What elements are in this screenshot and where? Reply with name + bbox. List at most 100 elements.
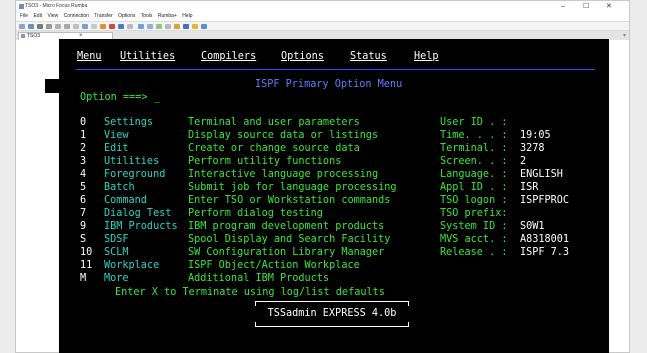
- action-status[interactable]: Status: [350, 51, 387, 62]
- option-key: 4: [80, 169, 87, 180]
- option-command[interactable]: Command: [104, 194, 147, 207]
- color-icon[interactable]: [183, 24, 189, 29]
- option-sdsf[interactable]: SDSF: [104, 233, 129, 246]
- menu-file[interactable]: File: [20, 13, 28, 19]
- app-menu-bar: File Edit View Connection Transfer Optio…: [16, 12, 629, 21]
- action-compilers[interactable]: Compilers: [201, 51, 256, 62]
- option-desc: Create or change source data: [188, 143, 360, 154]
- exit-hint: Enter X to Terminate using log/list defa…: [115, 287, 385, 298]
- info-value: ENGLISH: [520, 169, 563, 180]
- paste-icon[interactable]: [73, 24, 79, 29]
- receive-icon[interactable]: [156, 24, 162, 29]
- info-label: Time. . . :: [440, 130, 508, 141]
- title-bar: TSO3 - Micro Focus Rumba – ☐ ✕: [16, 1, 629, 12]
- close-button[interactable]: ✕: [606, 1, 612, 12]
- copy-icon[interactable]: [64, 24, 70, 29]
- info-value: ISR: [520, 182, 539, 193]
- option-dialog-test[interactable]: Dialog Test: [104, 207, 171, 220]
- cut-icon[interactable]: [55, 24, 61, 29]
- help-icon[interactable]: [201, 24, 207, 29]
- popup-border-right: [408, 301, 409, 306]
- option-desc: Enter TSO or Workstation commands: [188, 195, 391, 206]
- menu-view[interactable]: View: [47, 13, 58, 19]
- info-label: TSO prefix:: [440, 208, 508, 219]
- macro-icon[interactable]: [100, 24, 106, 29]
- option-key: 0: [80, 117, 87, 128]
- popup-text: TSSadmin EXPRESS 4.0b: [267, 308, 397, 319]
- action-menu[interactable]: Menu: [77, 51, 102, 62]
- menu-edit[interactable]: Edit: [33, 13, 42, 19]
- tab-scroll-icon[interactable]: ▾: [623, 32, 626, 39]
- option-desc: ISPF Object/Action Workplace: [188, 260, 360, 271]
- stop-icon[interactable]: [127, 24, 133, 29]
- option-workplace[interactable]: Workplace: [104, 259, 159, 272]
- action-options[interactable]: Options: [281, 51, 324, 62]
- option-desc: Interactive language processing: [188, 169, 379, 180]
- window-title: TSO3 - Micro Focus Rumba: [25, 3, 88, 9]
- info-label: Screen. . :: [440, 156, 508, 167]
- option-command-field[interactable]: Option ===> _: [80, 91, 160, 104]
- print-icon[interactable]: [46, 24, 52, 29]
- info-label: Language. :: [440, 169, 508, 180]
- session-icon: [21, 34, 25, 38]
- popup-border-left: [255, 322, 256, 327]
- option-key: 7: [80, 208, 87, 219]
- menu-help[interactable]: Help: [182, 13, 192, 19]
- new-session-icon[interactable]: [19, 24, 25, 29]
- maximize-button[interactable]: ☐: [583, 1, 589, 12]
- option-desc: Perform dialog testing: [188, 208, 323, 219]
- option-key: M: [80, 273, 87, 284]
- option-desc: SW Configuration Library Manager: [188, 247, 385, 258]
- record-icon[interactable]: [109, 24, 115, 29]
- option-settings[interactable]: Settings: [104, 116, 153, 129]
- send-icon[interactable]: [147, 24, 153, 29]
- action-help[interactable]: Help: [414, 51, 439, 62]
- info-value: A8318001: [520, 234, 570, 245]
- keyboard-icon[interactable]: [165, 24, 171, 29]
- menu-options[interactable]: Options: [118, 13, 135, 19]
- info-value: S0W1: [520, 221, 545, 232]
- info-label: MVS acct. :: [440, 234, 508, 245]
- transfer-icon[interactable]: [138, 24, 144, 29]
- play-icon[interactable]: [118, 24, 124, 29]
- option-desc: IBM program development products: [188, 221, 385, 232]
- action-utilities[interactable]: Utilities: [120, 51, 175, 62]
- open-icon[interactable]: [28, 24, 34, 29]
- option-desc: Perform utility functions: [188, 156, 342, 167]
- hotspot-icon[interactable]: [192, 24, 198, 29]
- option-utilities[interactable]: Utilities: [104, 155, 159, 168]
- option-batch[interactable]: Batch: [104, 181, 135, 194]
- option-desc: Terminal and user parameters: [188, 117, 360, 128]
- app-icon: [19, 4, 24, 9]
- tab-label: TSO3: [27, 33, 41, 39]
- option-edit[interactable]: Edit: [104, 142, 129, 155]
- menu-connection[interactable]: Connection: [64, 13, 89, 19]
- option-desc: Submit job for language processing: [188, 182, 397, 193]
- option-more[interactable]: More: [104, 272, 129, 285]
- connect-icon[interactable]: [82, 24, 88, 29]
- option-key: 9: [80, 221, 87, 232]
- info-label: User ID . :: [440, 117, 508, 128]
- option-view[interactable]: View: [104, 129, 129, 142]
- option-desc: Display source data or listings: [188, 130, 379, 141]
- save-icon[interactable]: [37, 24, 43, 29]
- menu-rumba-plus[interactable]: Rumba+: [158, 13, 177, 19]
- option-key: 1: [80, 130, 87, 141]
- info-label: Release . :: [440, 247, 508, 258]
- settings-icon[interactable]: [174, 24, 180, 29]
- disconnect-icon[interactable]: [91, 24, 97, 29]
- info-label: System ID :: [440, 221, 508, 232]
- option-key: 11: [80, 260, 93, 271]
- option-sclm[interactable]: SCLM: [104, 246, 129, 259]
- info-label: TSO logon :: [440, 195, 508, 206]
- info-value: 3278: [520, 143, 545, 154]
- minimize-button[interactable]: –: [561, 1, 565, 12]
- terminal-screen[interactable]: Menu Utilities Compilers Options Status …: [45, 39, 609, 353]
- option-desc: Spool Display and Search Facility: [188, 234, 391, 245]
- option-foreground[interactable]: Foreground: [104, 168, 165, 181]
- option-ibm-products[interactable]: IBM Products: [104, 220, 178, 233]
- option-key: 5: [80, 182, 87, 193]
- menu-tools[interactable]: Tools: [141, 13, 153, 19]
- popup-border-top: [255, 301, 409, 302]
- menu-transfer[interactable]: Transfer: [94, 13, 112, 19]
